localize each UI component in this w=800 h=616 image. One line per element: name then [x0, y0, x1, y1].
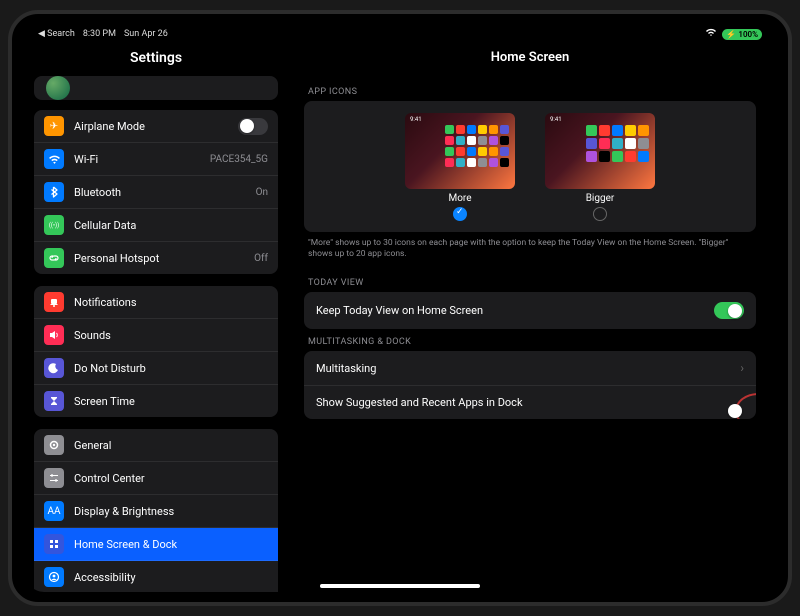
sidebar-item-label: Wi-Fi [74, 153, 210, 166]
sidebar-item-wi-fi[interactable]: Wi-FiPACE354_5G [34, 143, 278, 176]
option-label: Bigger [545, 193, 655, 204]
sidebar-item-notifications[interactable]: Notifications [34, 286, 278, 319]
preview-more: 9:41 [405, 113, 515, 189]
keep-today-view-row[interactable]: Keep Today View on Home Screen [304, 292, 756, 329]
ipad-frame: ◀ Search 8:30 PM Sun Apr 26 ⚡ 100% Setti… [8, 10, 792, 606]
home-indicator[interactable] [320, 584, 480, 588]
wi-fi-value: PACE354_5G [210, 154, 268, 165]
detail-title: Home Screen [304, 44, 756, 79]
bell-icon [44, 292, 64, 312]
sidebar-item-control-center[interactable]: Control Center [34, 462, 278, 495]
sidebar-item-airplane-mode[interactable]: ✈︎ Airplane Mode [34, 110, 278, 143]
keep-today-view-toggle[interactable] [714, 302, 744, 319]
display-brightness-icon: AA [44, 501, 64, 521]
sidebar-item-label: Cellular Data [74, 219, 268, 232]
section-header-app-icons: APP ICONS [304, 79, 756, 101]
profile-row[interactable] [34, 76, 278, 100]
status-bar: ◀ Search 8:30 PM Sun Apr 26 ⚡ 100% [26, 24, 774, 44]
airplane-mode-icon: ✈︎ [44, 116, 64, 136]
option-radio-more[interactable] [453, 207, 467, 221]
wifi-icon [705, 28, 717, 40]
today-view-card: Keep Today View on Home Screen [304, 292, 756, 329]
wifi-icon [44, 149, 64, 169]
bt-icon [44, 182, 64, 202]
sidebar-item-accessibility[interactable]: Accessibility [34, 561, 278, 592]
sidebar-item-label: Screen Time [74, 395, 268, 408]
battery-pill: ⚡ 100% [722, 29, 762, 40]
sliders-icon [44, 468, 64, 488]
sidebar-item-label: Notifications [74, 296, 268, 309]
option-radio-bigger[interactable] [593, 207, 607, 221]
status-date: Sun Apr 26 [124, 29, 168, 39]
multitask-card: Multitasking › Show Suggested and Recent A… [304, 351, 756, 419]
sidebar-item-label: Control Center [74, 472, 268, 485]
gear-icon [44, 435, 64, 455]
sidebar-item-personal-hotspot[interactable]: Personal HotspotOff [34, 242, 278, 274]
sidebar-item-home-screen-dock[interactable]: Home Screen & Dock [34, 528, 278, 561]
preview-bigger: 9:41 [545, 113, 655, 189]
keep-today-view-label: Keep Today View on Home Screen [316, 304, 483, 317]
sidebar-item-label: Personal Hotspot [74, 252, 254, 265]
sidebar-item-label: General [74, 439, 268, 452]
grid-icon [44, 534, 64, 554]
bluetooth-value: On [256, 187, 268, 198]
sidebar-item-do-not-disturb[interactable]: Do Not Disturb [34, 352, 278, 385]
app-icons-helper: "More" shows up to 30 icons on each page… [304, 232, 756, 270]
sidebar-item-label: Home Screen & Dock [74, 538, 268, 551]
settings-sidebar: Settings ✈︎Airplane ModeWi-FiPACE354_5GB… [26, 44, 286, 592]
cellular-data-icon: ((•)) [44, 215, 64, 235]
status-time: 8:30 PM [83, 29, 116, 39]
app-icons-option-bigger[interactable]: 9:41 Bigger [545, 113, 655, 224]
sidebar-item-label: Accessibility [74, 571, 268, 584]
sidebar-item-label: Airplane Mode [74, 120, 238, 133]
sidebar-item-sounds[interactable]: Sounds [34, 319, 278, 352]
speaker-icon [44, 325, 64, 345]
sidebar-title: Settings [26, 44, 286, 76]
multitasking-row[interactable]: Multitasking › [304, 351, 756, 386]
sidebar-item-screen-time[interactable]: Screen Time [34, 385, 278, 417]
option-label: More [405, 193, 515, 204]
chevron-right-icon: › [740, 361, 744, 375]
hourglass-icon [44, 391, 64, 411]
app-icons-option-more[interactable]: 9:41 More [405, 113, 515, 224]
app-icons-card: 9:41 More 9:41 Bigger [304, 101, 756, 232]
avatar-icon [46, 76, 70, 100]
back-to-search[interactable]: ◀ Search [38, 29, 75, 39]
detail-pane: Home Screen APP ICONS 9:41 More 9:41 Bigger… [286, 44, 774, 592]
sidebar-item-label: Bluetooth [74, 186, 256, 199]
multitasking-label: Multitasking [316, 362, 376, 375]
link-icon [44, 248, 64, 268]
sidebar-item-bluetooth[interactable]: BluetoothOn [34, 176, 278, 209]
sidebar-item-label: Display & Brightness [74, 505, 268, 518]
sidebar-item-display-brightness[interactable]: AA Display & Brightness [34, 495, 278, 528]
moon-icon [44, 358, 64, 378]
sidebar-item-cellular-data[interactable]: ((•)) Cellular Data [34, 209, 278, 242]
airplane-mode-toggle[interactable] [238, 118, 268, 135]
show-suggested-and-recent-apps-in-dock-label: Show Suggested and Recent Apps in Dock [316, 396, 523, 409]
person-icon [44, 567, 64, 587]
section-header-multitask: MULTITASKING & DOCK [304, 329, 756, 351]
sidebar-item-label: Sounds [74, 329, 268, 342]
sidebar-item-label: Do Not Disturb [74, 362, 268, 375]
sidebar-item-general[interactable]: General [34, 429, 278, 462]
screen: ◀ Search 8:30 PM Sun Apr 26 ⚡ 100% Setti… [26, 24, 774, 592]
personal-hotspot-value: Off [254, 253, 268, 264]
show-suggested-and-recent-apps-in-dock-row[interactable]: Show Suggested and Recent Apps in Dock [304, 386, 756, 419]
section-header-today-view: TODAY VIEW [304, 270, 756, 292]
